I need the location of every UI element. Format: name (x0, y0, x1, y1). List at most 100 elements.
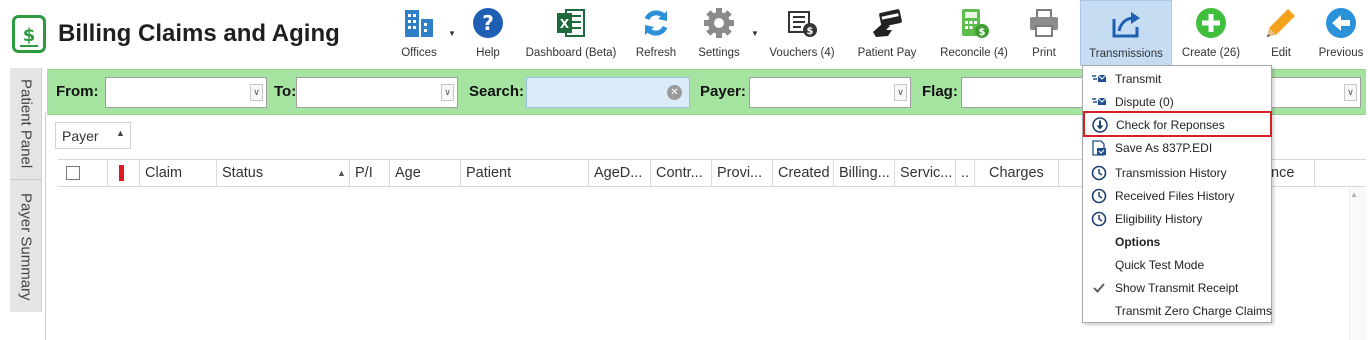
tab-payer-summary[interactable]: Payer Summary (10, 181, 42, 312)
toolbar-label: Vouchers (4) (769, 47, 835, 59)
menu-item-transmit[interactable]: Transmit (1084, 67, 1270, 90)
column-label: Servic... (900, 165, 953, 181)
toolbar-label: Create (26) (1181, 47, 1241, 59)
toolbar-label: Help (476, 47, 500, 59)
column-claim[interactable]: Claim (140, 160, 217, 186)
refresh-icon (644, 10, 668, 36)
svg-text:$: $ (979, 27, 986, 38)
svg-text:$: $ (23, 25, 36, 46)
back-arrow-icon (1326, 8, 1356, 38)
column-flag[interactable] (108, 160, 140, 186)
pencil-icon (1267, 9, 1295, 37)
toolbar-label: Edit (1271, 47, 1291, 59)
column-status[interactable]: Status ▲ (217, 160, 350, 186)
clock-icon (1091, 165, 1107, 181)
toolbar-label: Patient Pay (857, 47, 917, 59)
select-all-checkbox[interactable] (66, 166, 80, 180)
excel-icon: X (557, 9, 585, 37)
scroll-up-icon[interactable]: ▲ (1350, 190, 1358, 199)
column-label: Created (778, 165, 830, 181)
menu-item-label: Save As 837P.EDI (1115, 141, 1213, 155)
menu-item-label: Dispute (0) (1115, 95, 1174, 109)
svg-text:?: ? (482, 11, 494, 35)
offices-icon (405, 10, 433, 37)
menu-item-label: Transmit Zero Charge Claims (1115, 304, 1272, 318)
toolbar-help-button[interactable]: ? Help (465, 0, 511, 66)
column-more[interactable]: .. (956, 160, 975, 186)
billing-document-icon: $ (12, 15, 46, 53)
toolbar-refresh-button[interactable]: Refresh (633, 0, 679, 66)
toolbar-label: Reconcile (4) (940, 47, 1008, 59)
menu-item-label: Eligibility History (1115, 212, 1203, 226)
flag-indicator-icon (119, 165, 124, 181)
download-circle-icon (1092, 117, 1108, 133)
toolbar-reconcile-button[interactable]: $ Reconcile (4) (936, 0, 1012, 66)
column-label: Claim (145, 165, 183, 181)
flag-label: Flag: (922, 83, 958, 100)
tab-patient-panel[interactable]: Patient Panel (10, 68, 42, 180)
chevron-down-icon[interactable]: ∨ (441, 84, 454, 101)
menu-item-transmission-history[interactable]: Transmission History (1084, 161, 1270, 184)
from-date-field[interactable]: ∨ (105, 77, 267, 108)
menu-item-received-files-history[interactable]: Received Files History (1084, 184, 1270, 207)
menu-item-label: Check for Reponses (1116, 118, 1225, 132)
toolbar-previous-button[interactable]: Previous (1314, 0, 1368, 66)
svg-text:X: X (560, 17, 570, 31)
column-provider[interactable]: Provi... (712, 160, 773, 186)
toolbar-create-button[interactable]: Create (26) (1178, 0, 1244, 66)
toolbar-transmissions-button[interactable]: Transmissions (1080, 0, 1172, 66)
card-payment-icon (873, 9, 902, 37)
column-age[interactable]: Age (390, 160, 461, 186)
toolbar-print-button[interactable]: ▼ Print (1023, 0, 1089, 66)
checkmark-icon (1093, 283, 1105, 293)
save-file-icon (1092, 140, 1106, 156)
menu-item-quick-test-mode[interactable]: Quick Test Mode (1084, 253, 1270, 276)
app-header: $ Billing Claims and Aging (12, 12, 340, 56)
column-label: Age (395, 165, 421, 181)
to-date-field[interactable]: ∨ (296, 77, 458, 108)
toolbar-patient-pay-button[interactable]: Patient Pay (853, 0, 921, 66)
menu-item-dispute[interactable]: Dispute (0) (1084, 90, 1270, 113)
share-icon (1112, 12, 1140, 38)
column-patient[interactable]: Patient (461, 160, 589, 186)
clock-icon (1091, 211, 1107, 227)
column-pi[interactable]: P/I (350, 160, 390, 186)
column-contract[interactable]: Contr... (651, 160, 712, 186)
menu-item-label: Received Files History (1115, 189, 1235, 203)
column-label: Provi... (717, 165, 763, 181)
column-billing[interactable]: Billing... (834, 160, 895, 186)
toolbar-settings-button[interactable]: ▼ Settings (691, 0, 759, 66)
chevron-down-icon[interactable]: ∨ (894, 84, 907, 101)
column-aged[interactable]: AgeD... (589, 160, 651, 186)
column-label: Charges (989, 165, 1044, 181)
toolbar-edit-button[interactable]: Edit (1262, 0, 1300, 66)
chevron-down-icon[interactable]: ∨ (1344, 84, 1357, 101)
side-panel-tabs: Patient Panel Payer Summary (10, 68, 42, 312)
column-created[interactable]: Created (773, 160, 834, 186)
chevron-down-icon: ▼ (751, 29, 759, 38)
gear-icon (704, 8, 734, 38)
column-charges[interactable]: Charges (975, 160, 1059, 186)
chevron-down-icon[interactable]: ∨ (250, 84, 263, 101)
menu-item-transmit-zero-charge[interactable]: Transmit Zero Charge Claims (1084, 299, 1272, 322)
toolbar-offices-button[interactable]: ▼ Offices (393, 0, 456, 66)
column-select-all[interactable] (58, 160, 108, 186)
group-by-payer-chip[interactable]: Payer ▲ (55, 122, 131, 149)
menu-item-eligibility-history[interactable]: Eligibility History (1084, 207, 1270, 230)
toolbar-label: Dashboard (Beta) (525, 47, 617, 59)
payer-select[interactable]: ∨ (749, 77, 911, 108)
help-icon: ? (473, 8, 503, 38)
clear-icon[interactable]: ✕ (667, 85, 682, 100)
menu-item-save-as-edi[interactable]: Save As 837P.EDI (1084, 136, 1270, 159)
voucher-icon: $ (788, 11, 817, 37)
menu-item-show-transmit-receipt[interactable]: Show Transmit Receipt (1084, 276, 1270, 299)
menu-section-label: Options (1115, 235, 1161, 249)
column-service[interactable]: Servic... (895, 160, 956, 186)
vertical-scrollbar[interactable] (1349, 187, 1366, 340)
toolbar-label: Print (1032, 47, 1056, 59)
toolbar-dashboard-button[interactable]: X Dashboard (Beta) (521, 0, 621, 66)
toolbar-vouchers-button[interactable]: $ Vouchers (4) (766, 0, 838, 66)
menu-item-check-for-responses[interactable]: Check for Reponses (1083, 111, 1272, 137)
transmit-icon (1092, 74, 1107, 82)
search-input[interactable]: ✕ (526, 77, 690, 108)
